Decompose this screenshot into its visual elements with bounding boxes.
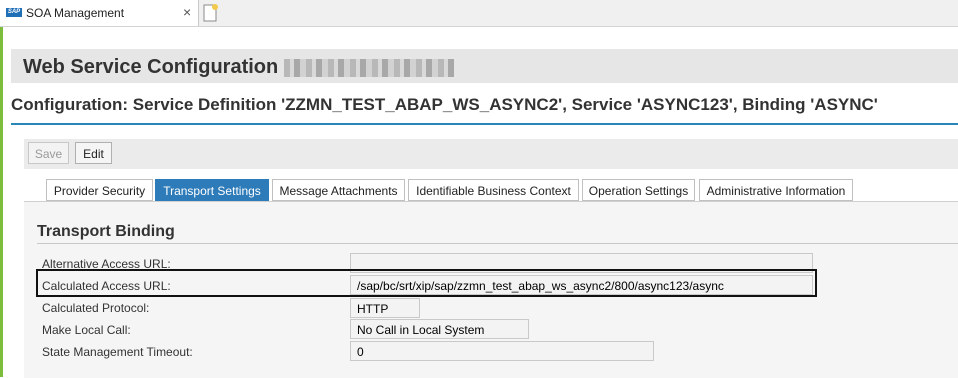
section-divider bbox=[37, 243, 958, 244]
calculated-protocol-field[interactable]: HTTP bbox=[350, 298, 420, 318]
new-tab-icon[interactable] bbox=[200, 2, 220, 24]
edit-button[interactable]: Edit bbox=[75, 142, 112, 164]
browser-tab-bar: SAP SOA Management × bbox=[0, 0, 958, 27]
sap-logo-icon: SAP bbox=[6, 8, 22, 17]
page-header: Web Service Configuration bbox=[11, 49, 958, 83]
browser-tab-title: SOA Management bbox=[26, 6, 125, 20]
tab-administrative-information[interactable]: Administrative Information bbox=[699, 179, 853, 201]
subtitle-underline bbox=[11, 123, 958, 125]
tab-provider-security[interactable]: Provider Security bbox=[46, 179, 153, 201]
side-accent-bar bbox=[0, 27, 3, 377]
configuration-subtitle: Configuration: Service Definition 'ZZMN_… bbox=[11, 95, 878, 114]
section-title: Transport Binding bbox=[37, 223, 175, 240]
tab-message-attachments[interactable]: Message Attachments bbox=[272, 179, 405, 201]
state-management-timeout-label: State Management Timeout: bbox=[42, 345, 193, 359]
highlight-box bbox=[36, 269, 817, 297]
browser-tab-soa-management[interactable]: SAP SOA Management × bbox=[0, 0, 199, 26]
make-local-call-label: Make Local Call: bbox=[42, 323, 131, 337]
close-icon[interactable]: × bbox=[183, 4, 191, 20]
tab-transport-settings[interactable]: Transport Settings bbox=[155, 179, 269, 201]
toolbar: Save Edit bbox=[24, 139, 958, 169]
make-local-call-field[interactable]: No Call in Local System bbox=[350, 319, 529, 339]
calculated-protocol-label: Calculated Protocol: bbox=[42, 301, 150, 315]
save-button[interactable]: Save bbox=[28, 142, 69, 164]
tab-operation-settings[interactable]: Operation Settings bbox=[582, 179, 695, 201]
redacted-system-name bbox=[284, 59, 454, 77]
page-title: Web Service Configuration bbox=[23, 56, 279, 78]
tab-identifiable-business-context[interactable]: Identifiable Business Context bbox=[408, 179, 579, 201]
state-management-timeout-field[interactable]: 0 bbox=[350, 341, 654, 361]
